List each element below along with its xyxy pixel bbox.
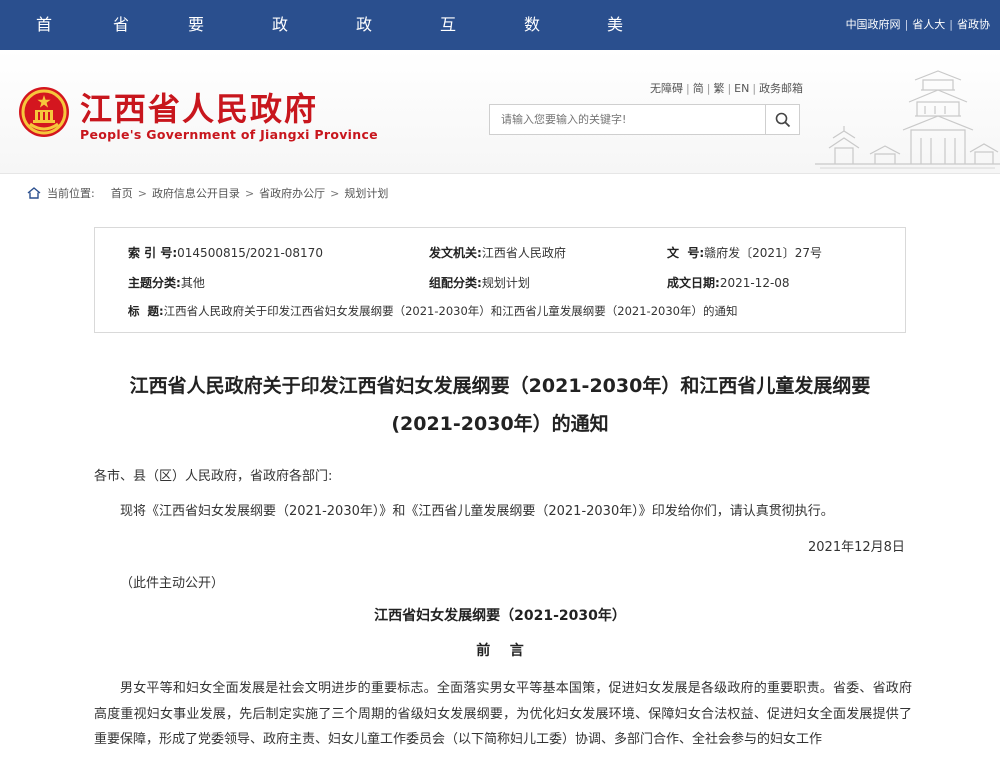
- separator: |: [752, 82, 757, 95]
- preface-heading: 前 言: [476, 643, 524, 659]
- separator: |: [904, 18, 909, 31]
- meta-date-label: 成文日期:: [667, 276, 720, 290]
- meta-group: 组配分类:规划计划: [429, 274, 530, 291]
- meta-title-label: 标 题:: [128, 304, 164, 318]
- meta-category-label: 主题分类:: [128, 276, 181, 290]
- site-name[interactable]: 江西省人民政府: [80, 84, 318, 130]
- preface-paragraph: 男女平等和妇女全面发展是社会文明进步的重要标志。全面落实男女平等基本国策，促进妇…: [94, 681, 912, 747]
- link-simplified[interactable]: 简: [693, 82, 704, 95]
- meta-category-value: 其他: [180, 276, 205, 290]
- link-provincial-congress[interactable]: 省人大: [912, 18, 945, 31]
- national-emblem-icon: [19, 87, 69, 137]
- breadcrumb-home[interactable]: 首页: [111, 185, 133, 201]
- breadcrumb-separator: >: [137, 186, 147, 200]
- header-utility-links: 无障碍 | 简 | 繁 | EN | 政务邮箱: [650, 80, 803, 96]
- nav-item-gov-services[interactable]: 政务服务: [356, 0, 372, 184]
- site-name-english: People's Government of Jiangxi Province: [80, 127, 378, 142]
- salutation: 各市、县（区）人民政府，省政府各部门:: [94, 469, 333, 484]
- meta-title: 标 题:江西省人民政府关于印发江西省妇女发展纲要（2021-2030年）和江西省…: [128, 303, 737, 319]
- document-metadata-box: 索 引 号:014500815/2021-08170 发文机关:江西省人民政府 …: [94, 227, 906, 333]
- quick-links: 中国政府网 | 省人大 | 省政协: [846, 0, 990, 50]
- meta-index-label: 索 引 号:: [128, 246, 178, 260]
- document-title-line-1: 江西省人民政府关于印发江西省妇女发展纲要（2021-2030年）和江西省儿童发展…: [129, 375, 871, 397]
- separator: |: [706, 82, 711, 95]
- issue-date: 2021年12月8日: [808, 540, 905, 555]
- breadcrumb-general-office[interactable]: 省政府办公厅: [259, 185, 325, 201]
- search-button[interactable]: [765, 105, 799, 134]
- meta-index: 索 引 号:014500815/2021-08170: [128, 244, 323, 261]
- section-title: 江西省妇女发展纲要（2021-2030年）: [374, 608, 626, 624]
- search-icon: [775, 112, 790, 127]
- breadcrumb-planning[interactable]: 规划计划: [344, 185, 388, 201]
- nav-item-public-affairs[interactable]: 政务公开: [272, 0, 288, 184]
- meta-category: 主题分类:其他: [128, 274, 205, 291]
- tengwang-pavilion-illustration: [815, 70, 1000, 169]
- document-title: 江西省人民政府关于印发江西省妇女发展纲要（2021-2030年）和江西省儿童发展…: [0, 367, 1000, 443]
- search-input[interactable]: [490, 105, 760, 134]
- meta-docno-value: 赣府发〔2021〕27号: [704, 246, 822, 260]
- separator: |: [949, 18, 953, 31]
- search-box: [489, 104, 800, 135]
- meta-docno-label: 文 号:: [667, 246, 705, 260]
- nav-item-interaction[interactable]: 互动交流: [440, 0, 456, 184]
- nav-item-open-data[interactable]: 数据开放: [524, 0, 540, 184]
- link-gov-mailbox[interactable]: 政务邮箱: [759, 82, 803, 95]
- disclosure-note: （此件主动公开）: [120, 576, 225, 591]
- meta-title-value: 江西省人民政府关于印发江西省妇女发展纲要（2021-2030年）和江西省儿童发展…: [163, 304, 738, 318]
- meta-doc-number: 文 号:赣府发〔2021〕27号: [667, 244, 822, 261]
- meta-issuer-value: 江西省人民政府: [481, 246, 566, 260]
- meta-issuer: 发文机关:江西省人民政府: [429, 244, 566, 261]
- meta-date-value: 2021-12-08: [719, 276, 790, 290]
- link-accessibility[interactable]: 无障碍: [650, 82, 683, 95]
- breadcrumb-label: 当前位置:: [47, 187, 95, 200]
- meta-group-label: 组配分类:: [429, 276, 482, 290]
- breadcrumb-separator: >: [244, 186, 255, 200]
- meta-group-value: 规划计划: [481, 276, 530, 290]
- nav-item-home[interactable]: 首页: [36, 0, 52, 84]
- meta-index-value: 014500815/2021-08170: [177, 246, 323, 260]
- separator: |: [686, 82, 690, 95]
- separator: |: [727, 82, 732, 95]
- link-china-gov[interactable]: 中国政府网: [846, 18, 901, 31]
- nav-item-provincial-government[interactable]: 省政府: [113, 0, 129, 134]
- link-provincial-cppcc[interactable]: 省政协: [957, 18, 990, 31]
- top-nav-bar: 首页 省政府 要闻动态 政务公开 政务服务 互动交流 数据开放 美丽江西 中国政…: [0, 0, 1000, 184]
- meta-issuer-label: 发文机关:: [429, 246, 482, 260]
- nav-item-beautiful-jiangxi[interactable]: 美丽江西: [607, 0, 623, 184]
- meta-date: 成文日期:2021-12-08: [667, 274, 790, 291]
- link-traditional[interactable]: 繁: [713, 82, 724, 95]
- document-title-line-2: (2021-2030年）的通知: [391, 413, 609, 435]
- breadcrumb: 当前位置: 首页 > 政府信息公开目录 > 省政府办公厅 > 规划计划: [27, 185, 388, 201]
- body-paragraph: 现将《江西省妇女发展纲要（2021-2030年）》和《江西省儿童发展纲要（202…: [120, 504, 834, 519]
- link-english[interactable]: EN: [734, 82, 749, 95]
- breadcrumb-separator: >: [330, 186, 340, 200]
- breadcrumb-info-directory[interactable]: 政府信息公开目录: [152, 185, 240, 201]
- nav-item-news[interactable]: 要闻动态: [188, 0, 204, 184]
- home-icon: [27, 187, 41, 199]
